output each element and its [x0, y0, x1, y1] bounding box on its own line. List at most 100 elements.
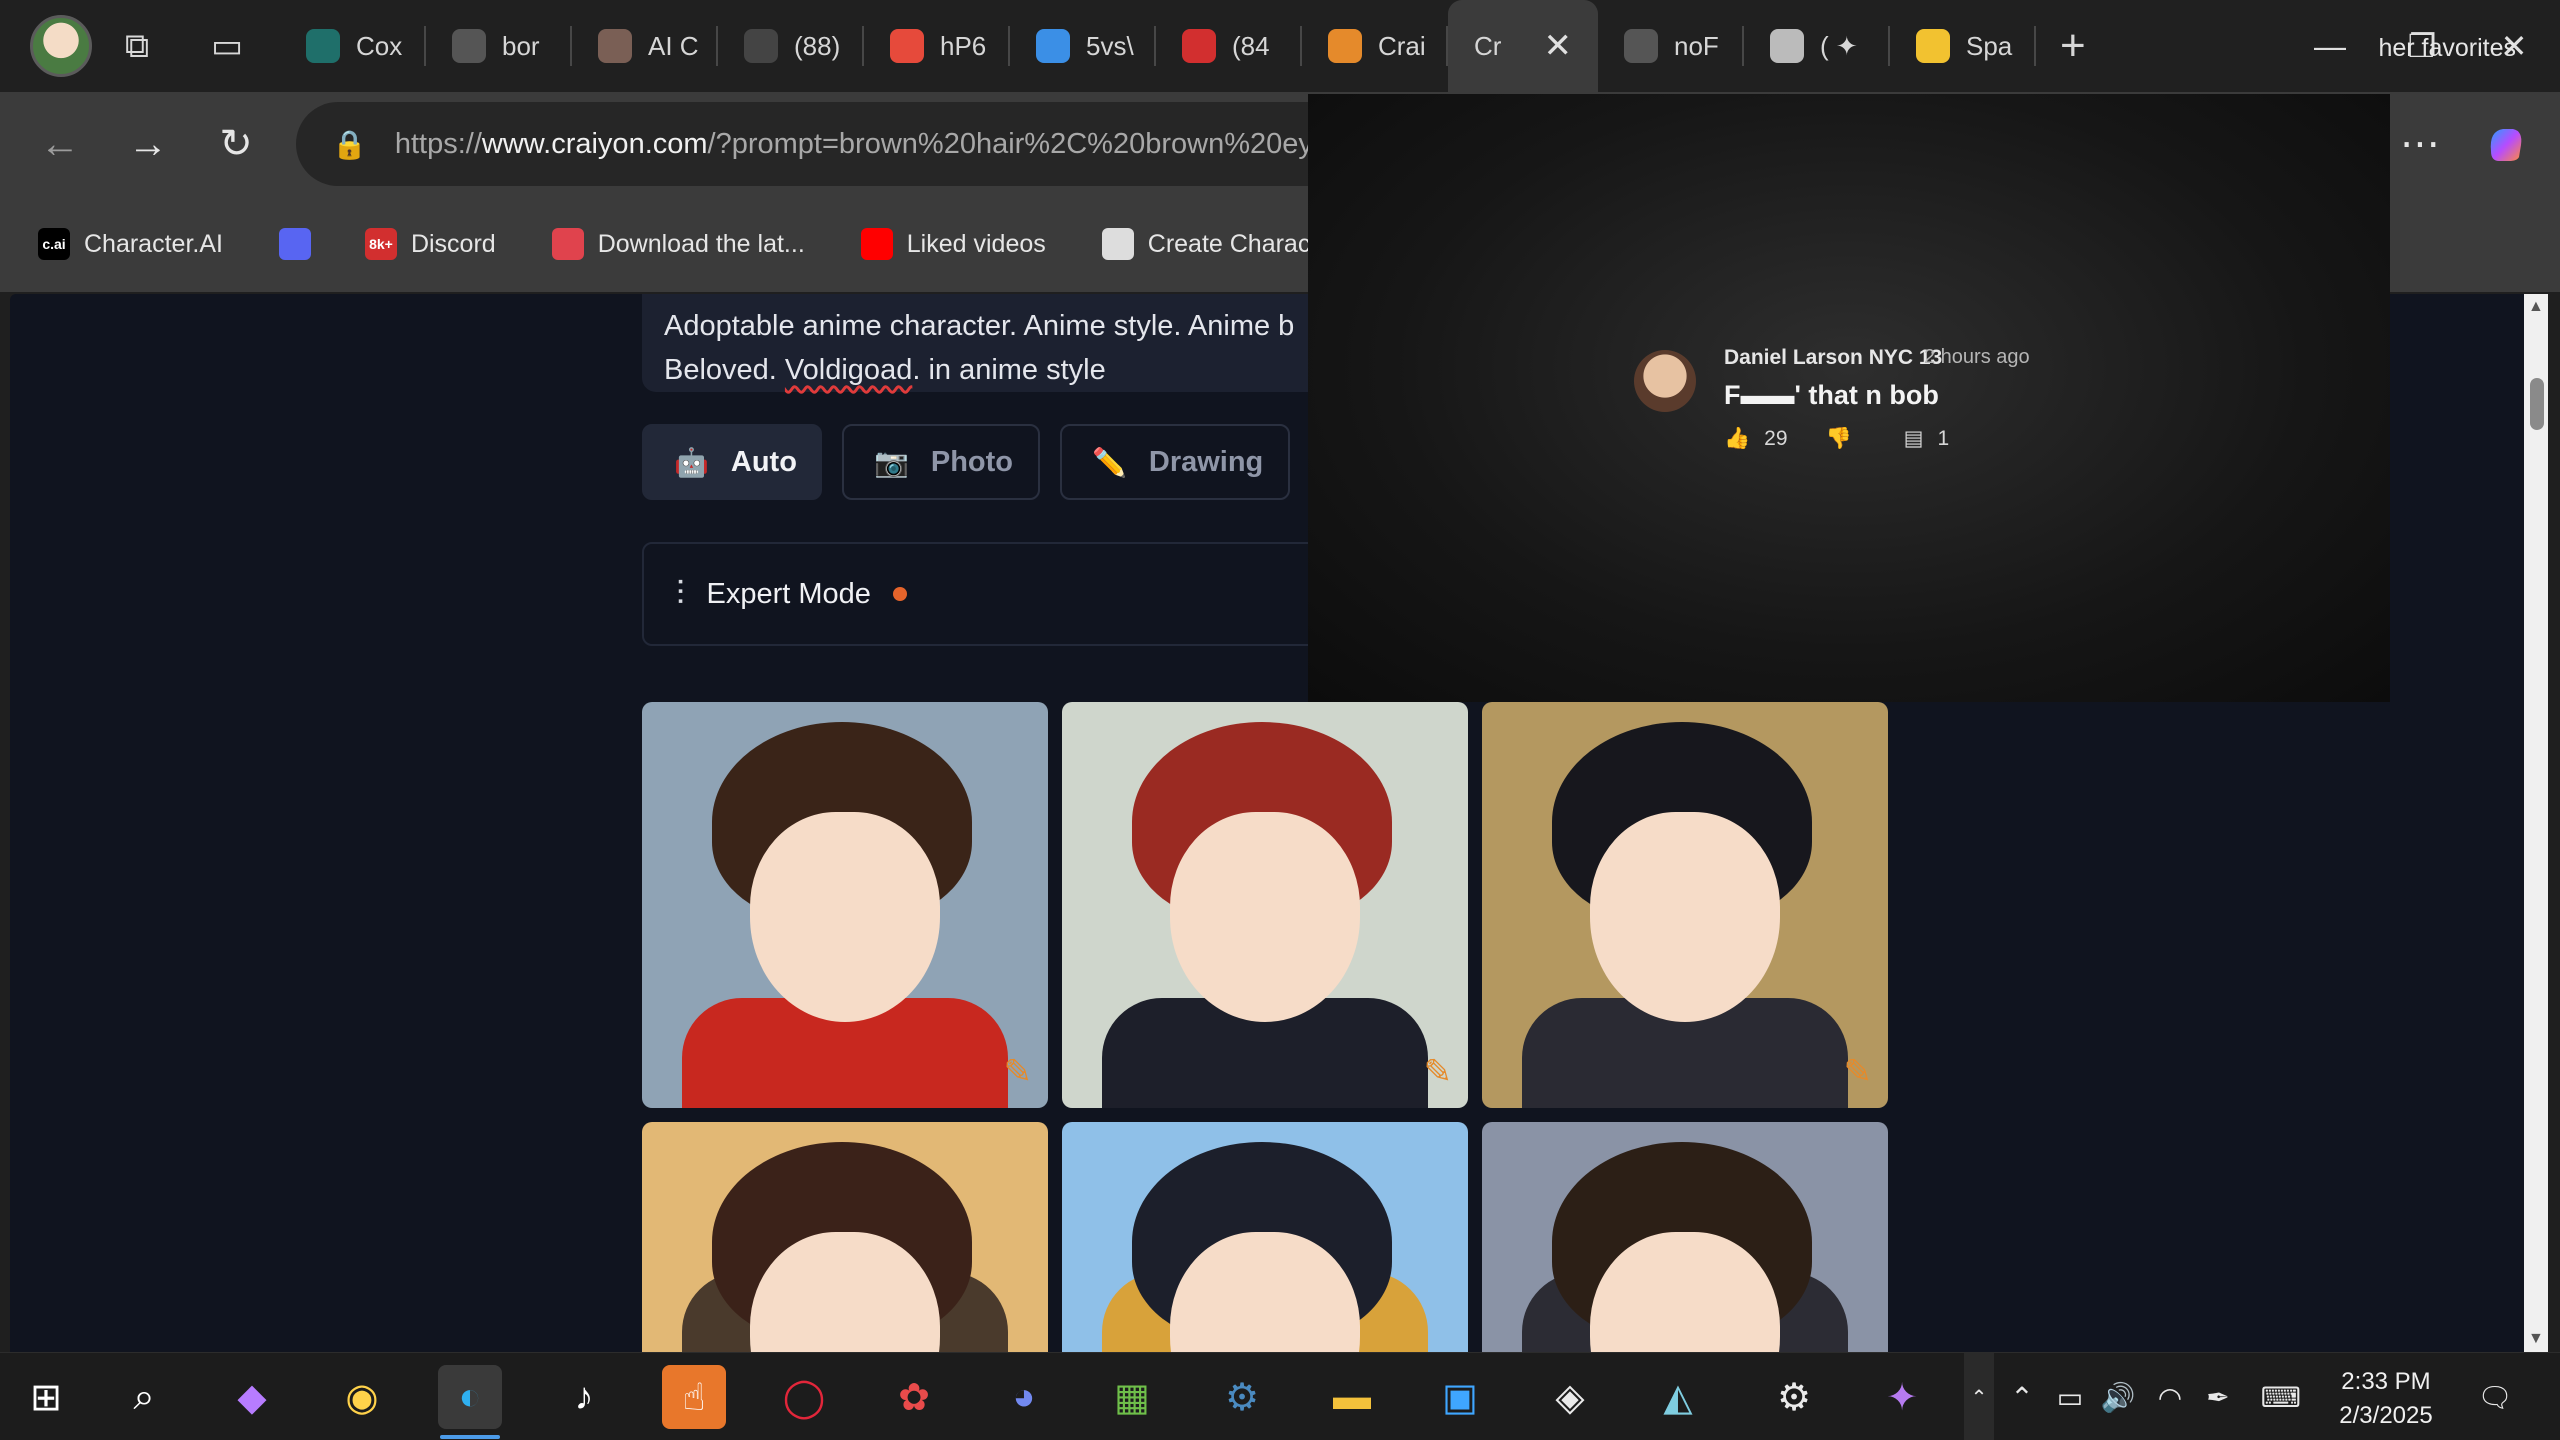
other-favorites[interactable]: her favorites [2378, 34, 2516, 63]
cube-app-icon[interactable]: ◭ [1646, 1365, 1710, 1429]
steam-icon[interactable]: ⚙ [1210, 1365, 1274, 1429]
commenter-avatar [1634, 350, 1696, 412]
minimize-button[interactable]: — [2284, 0, 2376, 92]
roblox-icon[interactable]: ◈ [1538, 1365, 1602, 1429]
browser-tab[interactable]: bor [426, 0, 572, 92]
scrollbar[interactable]: ▲ ▼ [2524, 294, 2548, 1352]
reply-icon: ▤ [1903, 427, 1924, 450]
favorite-item[interactable]: Download the lat... [551, 228, 805, 260]
browser-tab[interactable]: Cox [280, 0, 426, 92]
comment-text: F▬▬' that n bob [1724, 380, 1939, 410]
edit-pencil-icon[interactable]: ✎ [1844, 1052, 1873, 1092]
url-host: www.craiyon.com [481, 127, 708, 160]
generated-image[interactable] [1482, 1122, 1888, 1352]
keyboard-icon[interactable]: ⌨ [2254, 1353, 2308, 1440]
favorite-item[interactable]: Liked videos [860, 228, 1046, 260]
pinwheel-icon [1036, 29, 1070, 63]
generated-image[interactable] [1062, 1122, 1468, 1352]
mode-drawing-button[interactable]: ✏️ Drawing [1060, 424, 1290, 500]
close-tab-icon[interactable]: ✕ [1544, 26, 1573, 66]
youtube-icon [860, 228, 893, 260]
tab-label: AI C [648, 30, 699, 61]
picture-in-picture-video[interactable]: Daniel Larson NYC 13 2 hours ago F▬▬' th… [1308, 94, 2390, 702]
file-explorer-icon[interactable]: ▬ [1320, 1365, 1384, 1429]
pen-icon[interactable]: ✒ [2196, 1353, 2240, 1440]
scroll-down-arrow[interactable]: ▼ [2528, 1330, 2544, 1348]
touch-app-icon[interactable]: ☝ [662, 1365, 726, 1429]
back-button[interactable]: ← [30, 114, 90, 174]
notification-icon[interactable]: 🗨 [2470, 1353, 2520, 1440]
copilot-icon[interactable] [2476, 114, 2536, 174]
misspelled-word[interactable]: Voldigoad [785, 354, 912, 386]
generated-image[interactable] [642, 1122, 1048, 1352]
favorite-icon: c.ai [38, 228, 70, 260]
edit-pencil-icon[interactable]: ✎ [1424, 1052, 1453, 1092]
battery-icon[interactable]: ▭ [2048, 1353, 2092, 1440]
workspaces-icon[interactable]: ⧉ [92, 0, 182, 92]
edit-pencil-icon[interactable]: ✎ [1004, 1052, 1033, 1092]
start-windows-icon[interactable]: ⊞ [14, 1365, 78, 1429]
settings-gear-icon[interactable]: ⚙ [1762, 1365, 1826, 1429]
browser-tab[interactable]: (88) [718, 0, 864, 92]
tab-strip: ⧉ ▭ Cox bor AI C (88) hP6 5vs\ (84 Crai Cr ✕ noF ( … [0, 0, 2560, 92]
mode-auto-button[interactable]: 🤖 Auto [642, 424, 822, 500]
browser-tab[interactable]: noF [1598, 0, 1744, 92]
new-tab-button[interactable]: + [2036, 0, 2126, 92]
anime-app-icon[interactable]: ✦ [1870, 1365, 1934, 1429]
system-clock[interactable]: 2:33 PM 2/3/2025 [2316, 1365, 2456, 1433]
generated-image[interactable]: ✎ [642, 702, 1048, 1108]
lock-icon[interactable]: 🔒 [332, 128, 367, 161]
mode-photo-button[interactable]: 📷 Photo [842, 424, 1040, 500]
browser-tab[interactable]: (84 [1156, 0, 1302, 92]
tab-label: bor [502, 30, 540, 61]
profile-avatar[interactable] [30, 15, 92, 77]
microsoft-store-icon[interactable]: ▣ [1428, 1365, 1492, 1429]
tiktok-icon[interactable]: ♪ [552, 1365, 616, 1429]
favorite-item[interactable] [278, 228, 325, 260]
tab-label: hP6 [940, 30, 987, 61]
forward-button[interactable]: → [118, 114, 178, 174]
image-editor-icon[interactable]: ▦ [1100, 1365, 1164, 1429]
tab-list: Cox bor AI C (88) hP6 5vs\ (84 Crai Cr ✕ noF ( ✦ Spa… [280, 0, 2126, 92]
comment-author: Daniel Larson NYC 13 [1724, 346, 1943, 369]
generated-image[interactable]: ✎ [1482, 702, 1888, 1108]
favorite-item[interactable]: c.ai Character.AI [38, 228, 223, 260]
browser-tab[interactable]: AI C [572, 0, 718, 92]
discord-icon [278, 228, 311, 260]
active-browser-tab[interactable]: Cr ✕ [1448, 0, 1598, 92]
scrollbar-thumb[interactable] [2530, 378, 2544, 430]
tab-label: noF [1674, 30, 1719, 61]
wifi-icon[interactable]: ◠ [2148, 1353, 2192, 1440]
edge-browser-icon[interactable]: ◐ [438, 1365, 502, 1439]
discord-icon[interactable]: ◕ [992, 1365, 1056, 1429]
scroll-up-arrow[interactable]: ▲ [2528, 298, 2544, 316]
cube-icon [1770, 29, 1804, 63]
volume-icon[interactable]: 🔊 [2096, 1353, 2140, 1440]
reload-button[interactable]: ↻ [206, 114, 266, 174]
tab-label: Cr [1474, 30, 1502, 61]
character-face [750, 812, 940, 1022]
media-icon [744, 29, 778, 63]
document-icon [452, 29, 486, 63]
browser-tab[interactable]: ( ✦ [1744, 0, 1890, 92]
clock-time: 2:33 PM [2341, 1368, 2431, 1395]
browser-tab[interactable]: Spa [1890, 0, 2036, 92]
vertical-tabs-icon[interactable]: ▭ [182, 0, 272, 92]
show-hidden-icons-chevron[interactable]: ⌃ [2002, 1353, 2042, 1440]
copilot-app-icon[interactable]: ◆ [220, 1365, 284, 1429]
generated-image[interactable]: ✎ [1062, 702, 1468, 1108]
mode-label: Photo [930, 445, 1014, 478]
search-icon[interactable]: ⌕ [112, 1365, 176, 1429]
favorite-item[interactable]: Create Character [1101, 228, 1340, 260]
paint-app-icon[interactable]: ✿ [882, 1365, 946, 1429]
browser-tab[interactable]: 5vs\ [1010, 0, 1156, 92]
more-menu-icon[interactable]: ⋯ [2390, 114, 2450, 174]
character-face [1590, 812, 1780, 1022]
overflow-chevron-icon[interactable]: ⌃ [1964, 1353, 1994, 1440]
browser-tab[interactable]: hP6 [864, 0, 1010, 92]
favorite-item[interactable]: 8k+ Discord [364, 228, 496, 260]
thumbs-down-icon: 👎 [1825, 426, 1852, 450]
browser-tab[interactable]: Crai [1302, 0, 1448, 92]
opera-icon[interactable]: ◯ [772, 1365, 836, 1429]
fan-app-icon[interactable]: ◉ [330, 1365, 394, 1429]
